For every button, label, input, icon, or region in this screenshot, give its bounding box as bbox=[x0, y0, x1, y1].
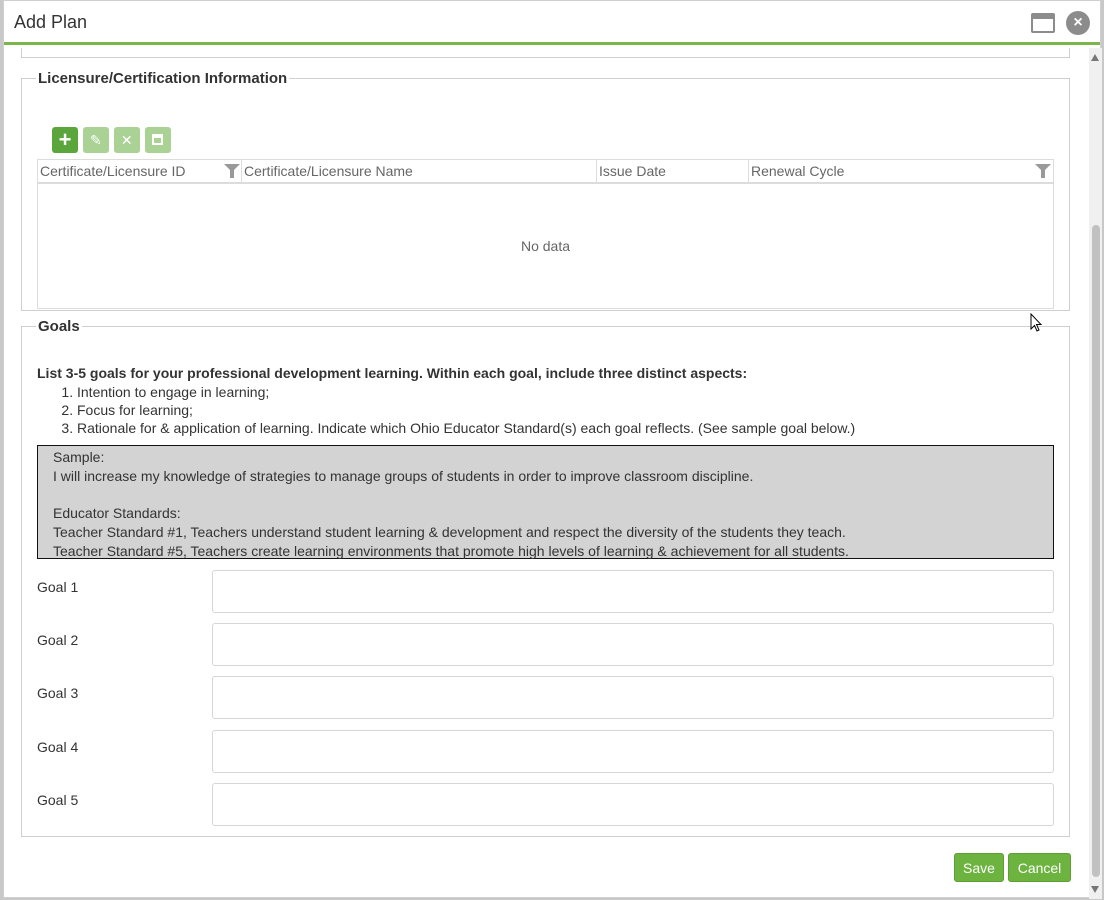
column-header-certificate-id[interactable]: Certificate/Licensure ID bbox=[38, 160, 242, 182]
standards-label: Educator Standards: bbox=[53, 505, 181, 521]
add-plan-dialog: Add Plan × Licensure/Certification Infor… bbox=[3, 0, 1102, 899]
column-header-renewal-cycle[interactable]: Renewal Cycle bbox=[749, 160, 1053, 182]
goals-aspects-list: Intention to engage in learning; Focus f… bbox=[37, 383, 1057, 437]
goal-3-input[interactable] bbox=[212, 676, 1054, 719]
delete-x-icon[interactable]: ✕ bbox=[113, 127, 140, 153]
column-header-issue-date[interactable]: Issue Date bbox=[597, 160, 749, 182]
cancel-button[interactable]: Cancel bbox=[1008, 853, 1071, 882]
previous-section-border bbox=[21, 48, 1070, 58]
licensure-grid: Certificate/Licensure ID Certificate/Lic… bbox=[37, 159, 1054, 309]
standard-text: Teacher Standard #1, Teachers understand… bbox=[53, 524, 846, 540]
scrollbar-thumb[interactable] bbox=[1092, 225, 1100, 877]
column-header-certificate-name[interactable]: Certificate/Licensure Name bbox=[242, 160, 597, 182]
vertical-scrollbar[interactable] bbox=[1089, 48, 1102, 899]
goal-4-label: Goal 4 bbox=[37, 739, 79, 755]
list-item: Intention to engage in learning; bbox=[77, 383, 1057, 401]
column-header-label: Renewal Cycle bbox=[751, 163, 845, 179]
scroll-up-arrow-icon[interactable] bbox=[1091, 54, 1099, 61]
goals-instructions: List 3-5 goals for your professional dev… bbox=[37, 365, 1057, 437]
goals-lead-text: List 3-5 goals for your professional dev… bbox=[37, 365, 748, 381]
goal-2-label: Goal 2 bbox=[37, 632, 79, 648]
scroll-down-arrow-icon[interactable] bbox=[1091, 886, 1099, 893]
goal-5-label: Goal 5 bbox=[37, 792, 79, 808]
goals-legend: Goals bbox=[38, 318, 80, 335]
goal-row-5: Goal 5 bbox=[37, 783, 1057, 835]
licensure-legend: Licensure/Certification Information bbox=[38, 70, 288, 87]
filter-icon[interactable] bbox=[1035, 164, 1051, 178]
sample-goal-text: I will increase my knowledge of strategi… bbox=[53, 468, 754, 484]
list-item: Rationale for & application of learning.… bbox=[77, 419, 1057, 437]
goals-section: Goals List 3-5 goals for your profession… bbox=[21, 318, 1070, 837]
filter-icon[interactable] bbox=[224, 164, 240, 178]
column-header-label: Certificate/Licensure ID bbox=[40, 163, 186, 179]
mouse-cursor-icon bbox=[1030, 313, 1042, 332]
dialog-content: Licensure/Certification Information + ✎ … bbox=[4, 48, 1088, 899]
sample-goal-box: Sample: I will increase my knowledge of … bbox=[37, 445, 1054, 559]
goal-5-input[interactable] bbox=[212, 783, 1054, 826]
goal-row-3: Goal 3 bbox=[37, 676, 1057, 728]
save-icon[interactable] bbox=[144, 127, 171, 153]
goal-row-4: Goal 4 bbox=[37, 730, 1057, 782]
goal-2-input[interactable] bbox=[212, 623, 1054, 666]
licensure-section: Licensure/Certification Information + ✎ … bbox=[21, 70, 1070, 311]
goal-row-1: Goal 1 bbox=[37, 570, 1057, 622]
goal-3-label: Goal 3 bbox=[37, 685, 79, 701]
sample-label: Sample: bbox=[53, 449, 105, 465]
list-item: Focus for learning; bbox=[77, 401, 1057, 419]
add-icon[interactable]: + bbox=[52, 127, 78, 153]
goal-1-input[interactable] bbox=[212, 570, 1054, 613]
dialog-titlebar: Add Plan × bbox=[4, 1, 1100, 45]
grid-empty-message: No data bbox=[520, 238, 571, 254]
goal-4-input[interactable] bbox=[212, 730, 1054, 773]
column-header-label: Certificate/Licensure Name bbox=[244, 163, 413, 179]
goal-1-label: Goal 1 bbox=[37, 579, 79, 595]
grid-header: Certificate/Licensure ID Certificate/Lic… bbox=[38, 160, 1053, 184]
save-button[interactable]: Save bbox=[954, 853, 1004, 882]
licensure-toolbar: + ✎ ✕ bbox=[52, 127, 172, 153]
column-header-label: Issue Date bbox=[599, 163, 666, 179]
goal-row-2: Goal 2 bbox=[37, 623, 1057, 675]
edit-pencil-icon[interactable]: ✎ bbox=[82, 127, 109, 153]
close-icon[interactable]: × bbox=[1066, 11, 1090, 35]
dialog-title: Add Plan bbox=[14, 12, 88, 32]
standard-text: Teacher Standard #5, Teachers create lea… bbox=[53, 543, 849, 559]
window-maximize-icon[interactable] bbox=[1031, 13, 1055, 33]
